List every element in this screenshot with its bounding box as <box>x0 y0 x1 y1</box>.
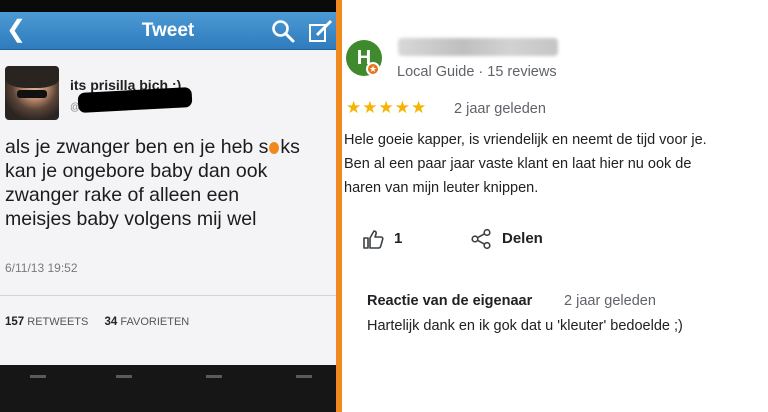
owner-reply-text: Hartelijk dank en ik gok dat u 'kleuter'… <box>367 318 683 334</box>
tweet-stats: 157 RETWEETS 34 FAVORIETEN <box>5 316 189 328</box>
avatar[interactable] <box>5 66 59 120</box>
favorites-count[interactable]: 34 <box>105 316 118 328</box>
tweet-navbar: ❮ Tweet <box>0 12 336 50</box>
like-count[interactable]: 1 <box>394 230 402 247</box>
tweet-timestamp: 6/11/13 19:52 <box>5 261 78 275</box>
owner-reply-title: Reactie van de eigenaar <box>367 293 533 309</box>
tweet-panel: ❮ Tweet its prisilla bich ;) @ als je zw… <box>0 0 336 412</box>
retweets-label[interactable]: RETWEETS <box>27 316 88 328</box>
retweet-icon[interactable] <box>116 375 132 383</box>
more-icon[interactable] <box>296 375 312 383</box>
star-rating: ★★★★★ <box>346 98 428 117</box>
compose-icon[interactable] <box>308 19 334 45</box>
reply-icon[interactable] <box>30 375 46 383</box>
tweet-action-bar <box>0 365 336 412</box>
share-icon[interactable] <box>470 228 492 250</box>
thumbs-up-icon[interactable] <box>362 228 384 250</box>
reviewer-name-redaction <box>398 38 558 56</box>
review-panel: H ★ Local Guide · 15 reviews ★★★★★ 2 jaa… <box>342 0 768 412</box>
favorites-label[interactable]: FAVORIETEN <box>120 316 189 328</box>
share-button[interactable]: Delen <box>502 230 543 247</box>
redaction-dot <box>269 142 280 154</box>
review-date: 2 jaar geleden <box>454 101 546 117</box>
tweet-text: als je zwanger ben en je heb s ks kan je … <box>5 136 300 230</box>
favorite-icon[interactable] <box>206 375 222 383</box>
search-icon[interactable] <box>270 18 296 44</box>
divider <box>0 295 336 296</box>
status-bar <box>0 0 336 12</box>
reviewer-meta: Local Guide · 15 reviews <box>397 64 557 80</box>
review-text: Hele goeie kapper, is vriendelijk en nee… <box>344 132 707 196</box>
local-guide-badge-icon: ★ <box>366 62 380 76</box>
owner-reply-date: 2 jaar geleden <box>564 293 656 309</box>
tweet-body: its prisilla bich ;) @ als je zwanger be… <box>0 50 336 370</box>
retweets-count[interactable]: 157 <box>5 316 24 328</box>
